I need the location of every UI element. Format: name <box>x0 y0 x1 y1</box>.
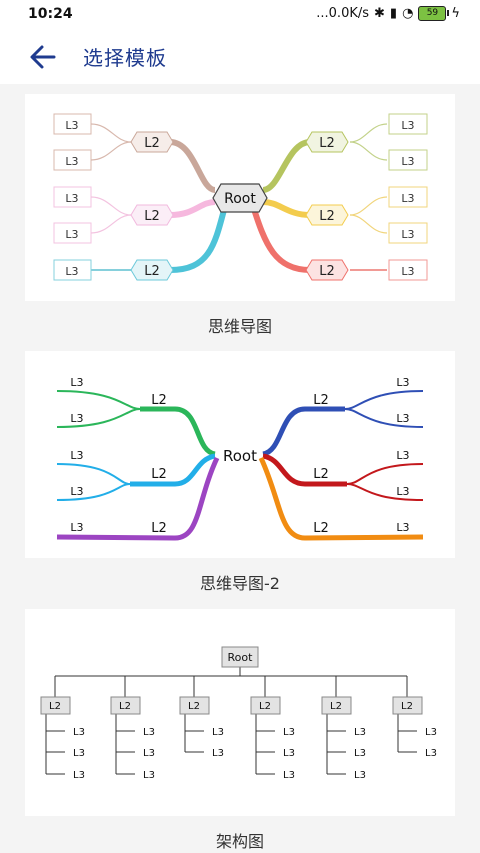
l2-label: L2 <box>151 521 167 536</box>
template-caption: 思维导图 <box>207 317 272 336</box>
back-button[interactable] <box>26 40 60 74</box>
l2-label: L2 <box>330 701 342 712</box>
l3-label: L3 <box>65 155 78 168</box>
root-label: Root <box>224 191 256 207</box>
template-caption: 架构图 <box>215 832 264 851</box>
wifi-icon: ◔ <box>402 6 414 21</box>
arrow-left-icon <box>30 45 56 69</box>
l3-label: L3 <box>401 192 414 205</box>
status-icons: ...0.0K/s ✱ ▮ ◔ 59 ϟ <box>316 6 460 21</box>
l2-label: L2 <box>188 701 200 712</box>
l3-label: L3 <box>283 770 295 781</box>
l2-label: L2 <box>313 467 329 482</box>
l3-label: L3 <box>354 727 366 738</box>
bluetooth-icon: ✱ <box>374 6 385 21</box>
l3-label: L3 <box>73 748 85 759</box>
template-caption: 思维导图-2 <box>200 574 280 593</box>
l2-label: L2 <box>319 264 335 279</box>
root-label: Root <box>228 651 254 664</box>
l3-label: L3 <box>70 521 83 534</box>
l2-label: L2 <box>144 264 160 279</box>
l2-label: L2 <box>313 393 329 408</box>
l2-label: L2 <box>144 136 160 151</box>
charging-icon: ϟ <box>451 6 460 21</box>
l3-label: L3 <box>70 485 83 498</box>
l3-label: L3 <box>396 412 409 425</box>
l3-label: L3 <box>65 228 78 241</box>
l2-label: L2 <box>259 701 271 712</box>
l2-label: L2 <box>319 136 335 151</box>
l3-label: L3 <box>65 119 78 132</box>
template-card-mindmap[interactable]: L2 L2 L2 L2 L2 L2 L3 L3 L3 L3 L3 L3 L3 L… <box>25 94 455 301</box>
mindmap-preview: L2 L2 L2 L2 L2 L2 L3 L3 L3 L3 L3 L3 L3 L… <box>53 113 428 281</box>
l3-label: L3 <box>401 265 414 278</box>
l3-label: L3 <box>396 449 409 462</box>
l2-label: L2 <box>319 209 335 224</box>
l3-label: L3 <box>143 770 155 781</box>
template-card-org-chart[interactable]: Root L2 L2 L2 L2 L2 L2 L3 L3 L3 L3 L3 L3… <box>25 609 455 816</box>
mindmap-2-preview: Root L2 L2 L2 L2 L2 L2 L3 L3 L3 L3 L3 L3… <box>56 376 424 541</box>
signal-icon: ▮ <box>389 6 398 21</box>
l3-label: L3 <box>396 485 409 498</box>
l3-label: L3 <box>143 727 155 738</box>
page-title: 选择模板 <box>83 46 167 70</box>
l3-label: L3 <box>212 748 224 759</box>
org-chart-preview: Root L2 L2 L2 L2 L2 L2 L3 L3 L3 L3 L3 L3… <box>40 646 437 781</box>
l2-label: L2 <box>401 701 413 712</box>
l3-label: L3 <box>401 119 414 132</box>
l3-label: L3 <box>283 748 295 759</box>
l2-label: L2 <box>313 521 329 536</box>
root-label: Root <box>223 447 257 465</box>
l3-label: L3 <box>73 770 85 781</box>
l3-label: L3 <box>65 265 78 278</box>
l3-label: L3 <box>396 521 409 534</box>
l3-label: L3 <box>396 376 409 389</box>
l3-label: L3 <box>70 449 83 462</box>
l3-label: L3 <box>425 748 437 759</box>
status-time: 10:24 <box>28 6 73 22</box>
status-bar: 10:24 ...0.0K/s ✱ ▮ ◔ 59 ϟ <box>0 0 480 30</box>
l3-label: L3 <box>143 748 155 759</box>
l2-label: L2 <box>144 209 160 224</box>
l2-label: L2 <box>49 701 61 712</box>
battery-icon: 59 <box>418 6 450 21</box>
l3-label: L3 <box>70 376 83 389</box>
l3-label: L3 <box>283 727 295 738</box>
l2-label: L2 <box>151 393 167 408</box>
l3-label: L3 <box>354 770 366 781</box>
l3-label: L3 <box>212 727 224 738</box>
l3-label: L3 <box>70 412 83 425</box>
l2-label: L2 <box>151 467 167 482</box>
template-card-mindmap-2[interactable]: Root L2 L2 L2 L2 L2 L2 L3 L3 L3 L3 L3 L3… <box>25 351 455 558</box>
l3-label: L3 <box>73 727 85 738</box>
l3-label: L3 <box>425 727 437 738</box>
l3-label: L3 <box>401 155 414 168</box>
l3-label: L3 <box>354 748 366 759</box>
l3-label: L3 <box>401 228 414 241</box>
app-bar: 选择模板 <box>0 30 480 84</box>
l2-label: L2 <box>119 701 131 712</box>
network-speed: ...0.0K/s <box>316 6 370 21</box>
l3-label: L3 <box>65 192 78 205</box>
